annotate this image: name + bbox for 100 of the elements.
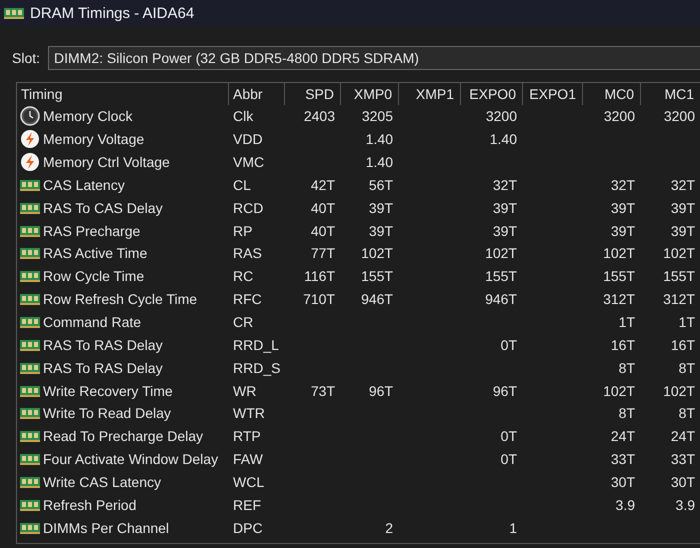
timing-name: RAS To RAS Delay [43, 336, 163, 353]
timing-value: 39T [670, 222, 696, 239]
timing-value: 30T [670, 474, 696, 490]
timing-value: 24T [610, 428, 636, 444]
memory-module-icon [20, 338, 40, 351]
abbreviation: RAS [232, 245, 263, 262]
timing-value: 39T [492, 222, 518, 239]
timing-name: Memory Ctrl Voltage [43, 154, 170, 170]
timing-value: 32T [670, 176, 696, 193]
timing-value: 3.9 [674, 496, 696, 513]
timing-name: Read To Precharge Delay [43, 428, 204, 444]
abbreviation: REF [232, 496, 262, 513]
timing-value: 155T [662, 268, 696, 284]
timing-value: 3200 [662, 108, 696, 124]
timing-value: 77T [310, 245, 336, 262]
timing-name: Row Cycle Time [43, 268, 144, 284]
column-header[interactable]: Abbr [229, 83, 285, 105]
memory-module-icon [20, 270, 40, 282]
memory-module-icon [20, 453, 40, 466]
timing-value: 3200 [484, 108, 518, 124]
timing-value: 102T [484, 245, 518, 262]
column-header[interactable]: XMP0 [341, 83, 399, 105]
abbreviation: CL [232, 176, 252, 193]
timing-value: 155T [602, 268, 636, 284]
timing-value: 42T [310, 176, 336, 193]
timing-value: 33T [670, 451, 696, 468]
timing-value: 30T [610, 474, 636, 490]
memory-module-icon [20, 407, 40, 420]
timing-value: 3200 [602, 108, 636, 124]
timing-name: DIMMs Per Channel [43, 520, 170, 536]
abbreviation: RRD_S [232, 360, 282, 376]
timing-value: 33T [610, 451, 636, 468]
memory-module-icon [20, 202, 40, 214]
timing-value: 40T [310, 200, 336, 216]
timing-name: Write Recovery Time [43, 382, 173, 399]
lightning-bolt-icon [20, 129, 40, 150]
column-header[interactable]: MC0 [583, 83, 641, 105]
timing-name: Four Activate Window Delay [43, 451, 218, 468]
timing-value: 2 [384, 520, 394, 536]
memory-module-icon [20, 476, 40, 488]
timing-value: 102T [602, 382, 636, 399]
timing-value: 40T [310, 222, 336, 239]
timing-value: 1.40 [364, 154, 394, 170]
timing-name: RAS Active Time [43, 245, 148, 262]
abbreviation: WTR [232, 405, 266, 422]
timing-value: 8T [618, 360, 636, 376]
timing-value: 312T [662, 291, 696, 308]
column-header[interactable]: SPD [285, 83, 341, 105]
abbreviation: VMC [232, 154, 266, 170]
lightning-bolt-icon [20, 152, 40, 172]
timing-value: 39T [610, 222, 636, 239]
abbreviation: RP [232, 222, 254, 239]
memory-module-icon [20, 178, 40, 191]
timing-name: RAS To CAS Delay [43, 200, 163, 216]
timing-value: 16T [670, 336, 696, 353]
timing-value: 56T [368, 176, 394, 193]
timing-name: RAS To RAS Delay [43, 360, 163, 376]
abbreviation: RCD [232, 200, 264, 216]
slot-dropdown[interactable]: DIMM2: Silicon Power (32 GB DDR5-4800 DDR5 SDRAM) [48, 46, 700, 70]
timing-value: 8T [678, 360, 696, 376]
abbreviation: FAW [232, 451, 264, 468]
memory-module-icon [4, 7, 24, 19]
memory-module-icon [20, 498, 40, 511]
abbreviation: RTP [232, 428, 262, 444]
memory-module-icon [20, 293, 40, 306]
timing-value: 39T [670, 200, 696, 216]
timing-value: 1T [678, 314, 696, 330]
column-header[interactable]: EXPO0 [461, 83, 523, 105]
timing-name: CAS Latency [43, 176, 125, 193]
timing-value: 0T [500, 451, 518, 468]
slot-label: Slot: [12, 50, 40, 66]
abbreviation: Clk [232, 108, 254, 124]
timing-name: Refresh Period [43, 496, 136, 513]
timing-value: 32T [610, 176, 636, 193]
memory-module-icon [20, 224, 40, 237]
timing-value: 0T [500, 428, 518, 444]
timing-value: 1T [618, 314, 636, 330]
timing-name: Memory Voltage [43, 131, 144, 148]
timing-value: 710T [302, 291, 336, 308]
memory-module-icon [20, 316, 40, 328]
timing-value: 8T [618, 405, 636, 422]
timing-value: 116T [303, 268, 336, 284]
timing-value: 1.40 [488, 131, 518, 148]
timing-value: 946T [360, 291, 394, 308]
timing-value: 2403 [302, 108, 336, 124]
timing-value: 102T [602, 245, 636, 262]
timing-value: 3.9 [614, 496, 636, 513]
column-header[interactable]: EXPO1 [523, 83, 583, 105]
abbreviation: WR [232, 382, 258, 399]
timing-value: 155T [360, 268, 394, 284]
column-header[interactable]: XMP1 [399, 83, 461, 105]
window-title: DRAM Timings - AIDA64 [30, 4, 194, 22]
timing-value: 3205 [360, 108, 394, 124]
timing-value: 73T [310, 382, 336, 399]
timing-name: Command Rate [43, 314, 142, 330]
column-header[interactable]: MC1 [641, 83, 700, 105]
column-header[interactable]: Timing [17, 83, 229, 105]
timing-value: 102T [662, 382, 696, 399]
timing-value: 0T [500, 336, 518, 353]
timing-name: Write CAS Latency [43, 474, 162, 490]
